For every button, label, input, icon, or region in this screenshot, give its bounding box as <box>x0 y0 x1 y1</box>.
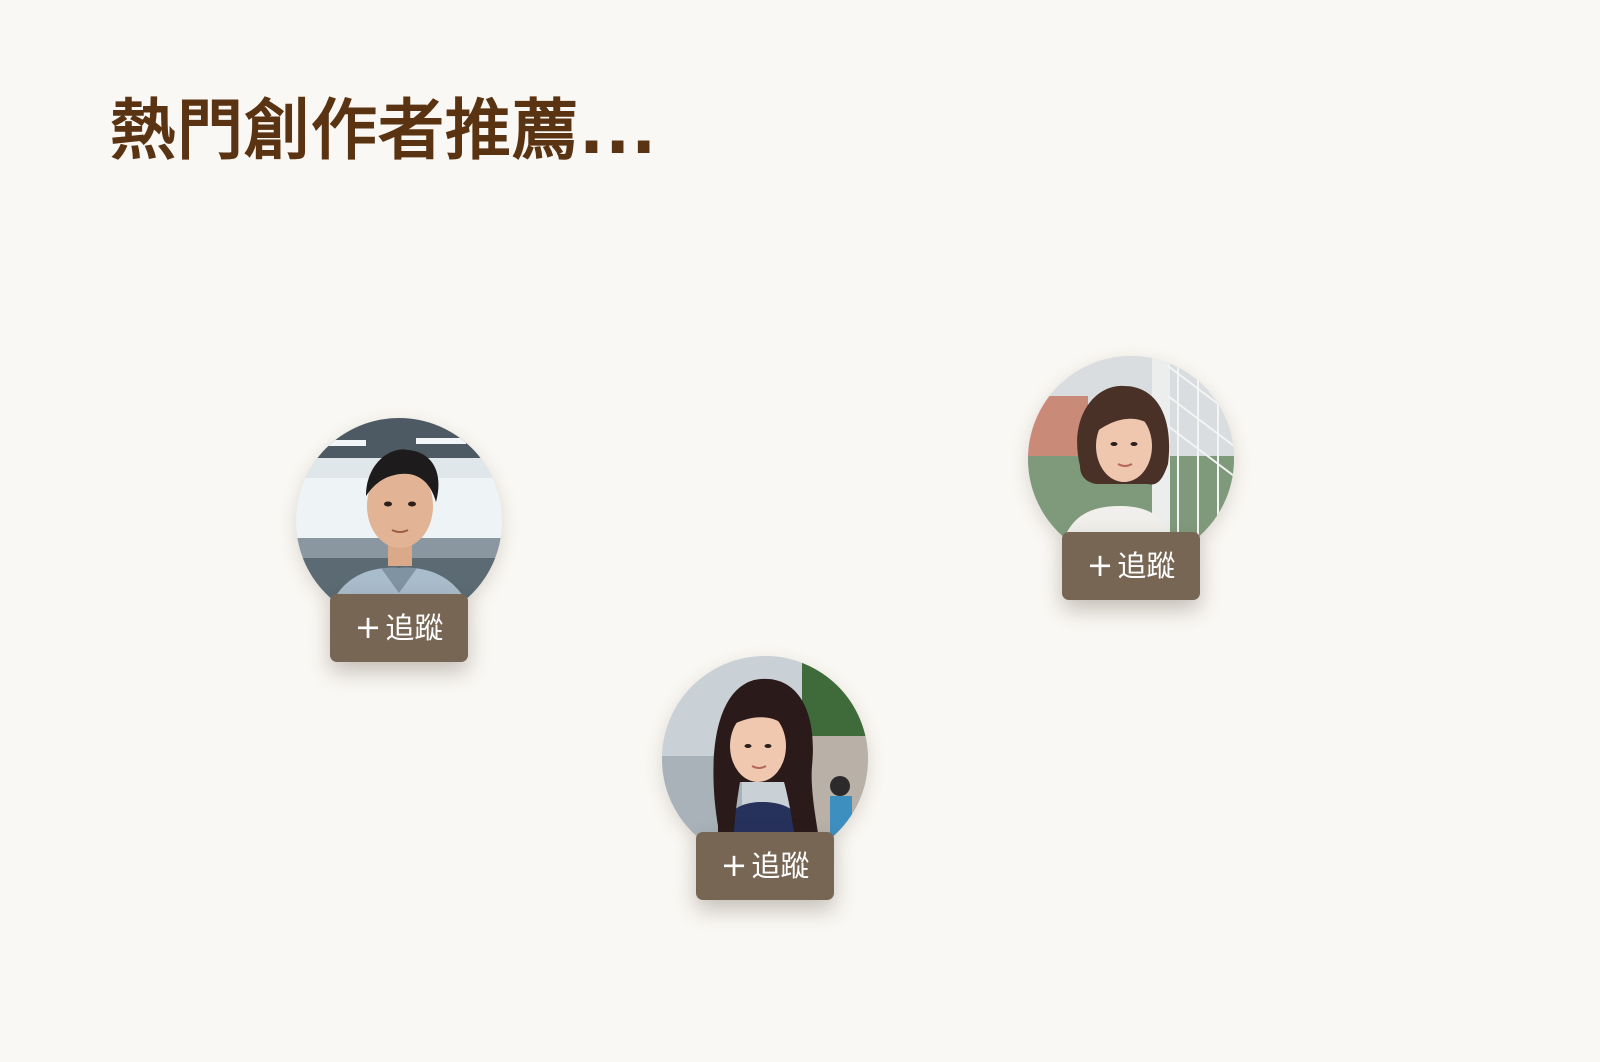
plus-icon: + <box>354 607 382 646</box>
follow-label: 追蹤 <box>1117 549 1176 583</box>
page-title: 熱門創作者推薦... <box>110 92 658 169</box>
creator-card: + 追蹤 <box>296 418 502 662</box>
follow-label: 追蹤 <box>385 611 444 645</box>
follow-button[interactable]: + 追蹤 <box>330 594 468 662</box>
follow-label: 追蹤 <box>751 849 810 883</box>
follow-button[interactable]: + 追蹤 <box>696 832 834 900</box>
plus-icon: + <box>720 845 748 884</box>
creator-card: + 追蹤 <box>662 656 868 900</box>
follow-button[interactable]: + 追蹤 <box>1062 532 1200 600</box>
creator-card: + 追蹤 <box>1028 356 1234 600</box>
plus-icon: + <box>1086 545 1114 584</box>
